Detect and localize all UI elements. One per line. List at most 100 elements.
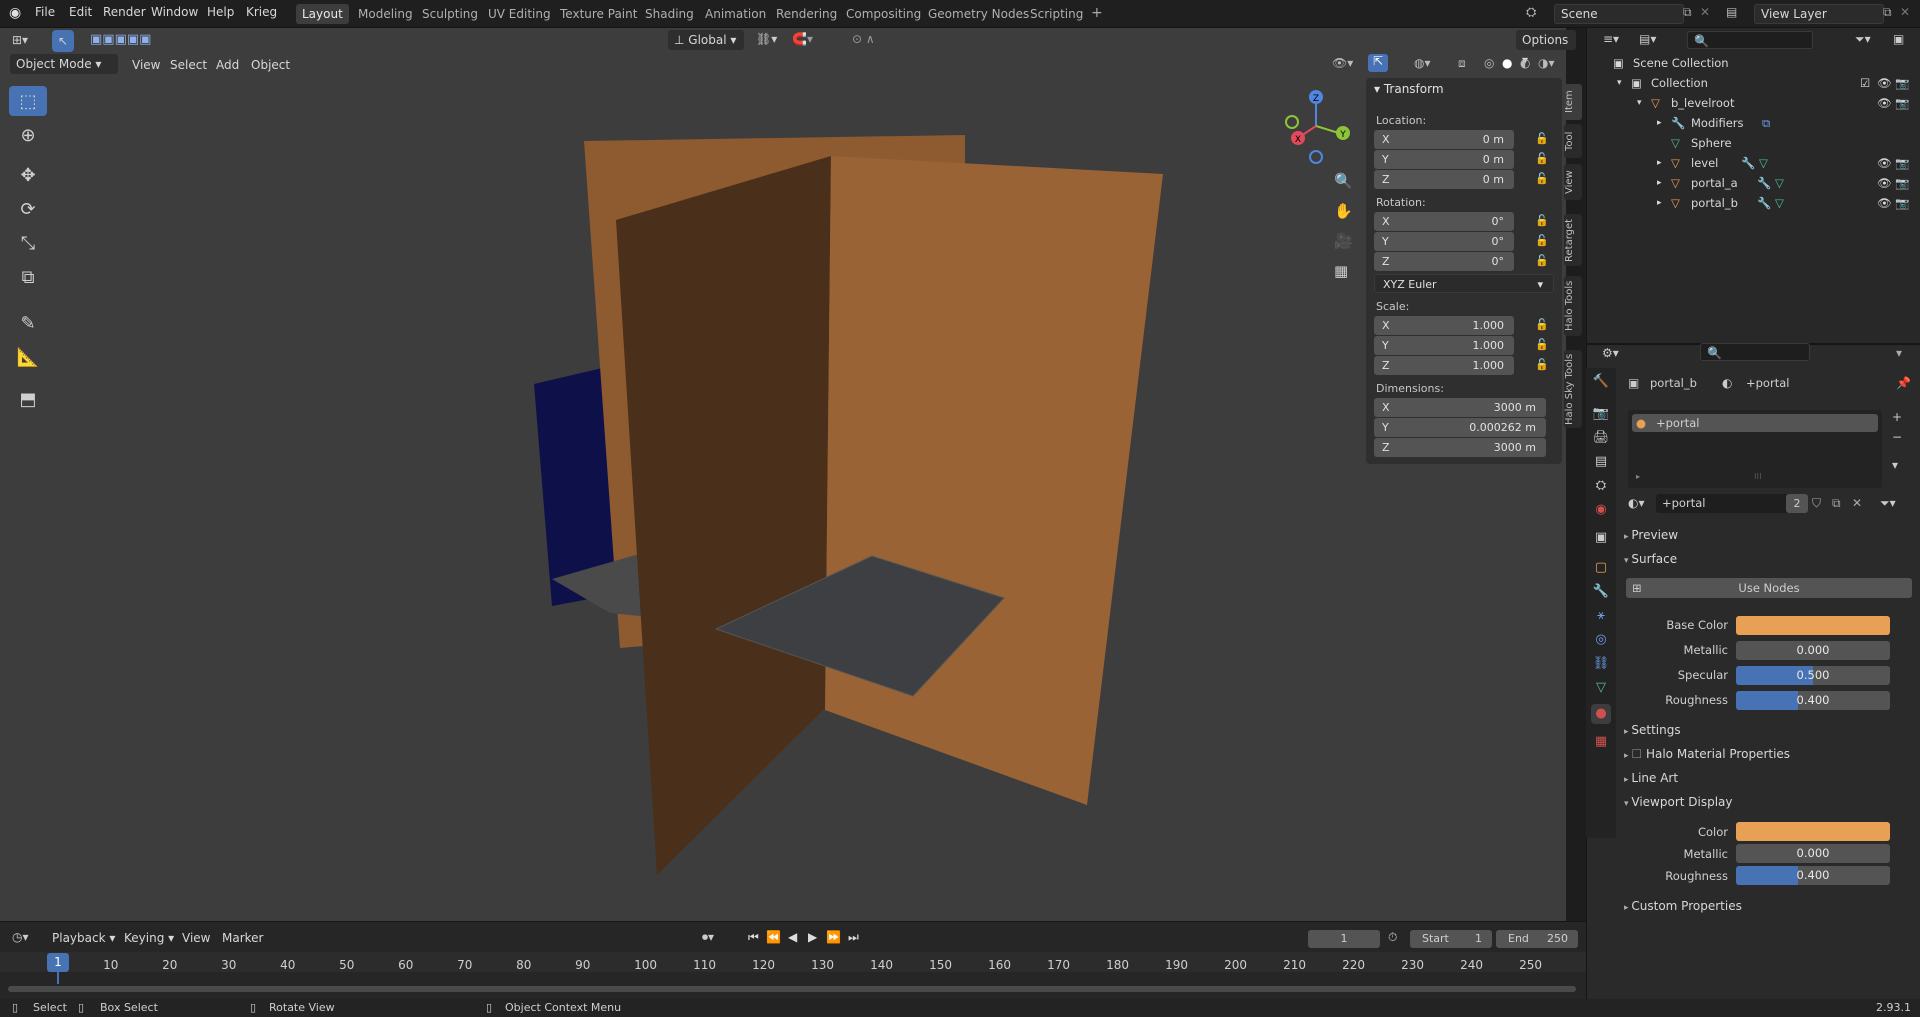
tab-halo-sky-tools[interactable]: Halo Sky Tools xyxy=(1564,350,1582,428)
material-name-field[interactable]: +portal xyxy=(1656,494,1796,513)
object-mode-dropdown[interactable]: Object Mode ▾ xyxy=(10,54,118,74)
section-surface[interactable]: ▾ Surface xyxy=(1624,552,1677,566)
checkbox-icon[interactable]: ☐ xyxy=(1631,747,1646,761)
tab-halo-tools[interactable]: Halo Tools xyxy=(1564,276,1582,336)
eye-icon[interactable]: 👁 xyxy=(1877,173,1892,193)
outliner-row-portal-a[interactable]: ▸ ▽ portal_a 🔧 ▽ 👁 📷 xyxy=(1587,173,1920,193)
marker-menu[interactable]: Marker xyxy=(222,931,263,945)
camera-render-icon[interactable]: 📷 xyxy=(1895,193,1909,213)
tab-sculpting[interactable]: Sculpting xyxy=(416,4,484,24)
tab-uv-editing[interactable]: UV Editing xyxy=(482,4,557,24)
move-icon[interactable]: ✥ xyxy=(9,160,47,190)
tab-animation[interactable]: Animation xyxy=(699,4,772,24)
select-menu[interactable]: Select xyxy=(170,58,207,72)
texture-icon[interactable]: ▦ xyxy=(1591,732,1611,752)
tab-layout[interactable]: Layout xyxy=(296,4,349,24)
base-color-swatch[interactable] xyxy=(1736,616,1890,635)
camera-render-icon[interactable]: 📷 xyxy=(1895,93,1909,113)
duplicate-material-icon[interactable]: ⧉ xyxy=(1832,496,1841,511)
tab-modeling[interactable]: Modeling xyxy=(352,4,419,24)
tab-shading[interactable]: Shading xyxy=(639,4,700,24)
outliner-scene-collection[interactable]: ▣ Scene Collection xyxy=(1587,53,1920,73)
timeline-view-menu[interactable]: View xyxy=(182,931,210,945)
eye-icon[interactable]: 👁 xyxy=(1877,93,1892,113)
scene-close-icon[interactable]: ✕ xyxy=(1700,5,1710,19)
playhead[interactable]: 1 xyxy=(47,953,69,972)
orientation-dropdown[interactable]: ⊥ Global ▾ xyxy=(668,30,744,50)
menu-file[interactable]: File xyxy=(35,5,55,19)
tab-rendering[interactable]: Rendering xyxy=(770,4,843,24)
outliner-editor-type-icon[interactable]: ≡▾ xyxy=(1603,32,1619,46)
outliner-row-b-levelroot[interactable]: ▾ ▽ b_levelroot 👁 📷 xyxy=(1587,93,1920,113)
jump-start-icon[interactable]: ⏮ xyxy=(748,930,759,945)
view-layer-field[interactable]: View Layer xyxy=(1754,4,1884,24)
browse-material-icon[interactable]: ◐▾ xyxy=(1628,496,1645,510)
rotation-mode-dropdown[interactable]: XYZ Euler ▾ xyxy=(1374,274,1554,293)
next-keyframe-icon[interactable]: ⏩ xyxy=(826,930,841,944)
playback-menu[interactable]: Playback ▾ xyxy=(52,931,115,945)
tab-geometry-nodes[interactable]: Geometry Nodes xyxy=(922,4,1035,24)
output-icon[interactable]: 🖨 xyxy=(1591,428,1611,448)
menu-help[interactable]: Help xyxy=(207,5,234,19)
section-halo-material[interactable]: ▸ ☐ Halo Material Properties xyxy=(1624,747,1790,761)
rotation-z-field[interactable]: Z 0° xyxy=(1374,252,1514,271)
transform-icon[interactable]: ⧉ xyxy=(9,262,47,292)
zoom-icon[interactable]: 🔍 xyxy=(1334,172,1353,190)
rotation-x-field[interactable]: X 0° xyxy=(1374,212,1514,231)
end-frame-field[interactable]: End 250 xyxy=(1496,930,1578,948)
proportional-edit-icon[interactable]: ⊙ ∧ xyxy=(852,32,875,46)
camera-render-icon[interactable]: 📷 xyxy=(1895,153,1909,173)
outliner-row-modifiers[interactable]: ▸ 🔧 Modifiers ⧉ xyxy=(1587,113,1920,133)
navigation-gizmo[interactable]: Z Y X xyxy=(1278,88,1358,168)
shading-material-icon[interactable]: ◐ xyxy=(1520,56,1530,70)
scene-icon[interactable]: ⛭ xyxy=(1526,5,1536,20)
outliner-row-level[interactable]: ▸ ▽ level 🔧 ▽ 👁 📷 xyxy=(1587,153,1920,173)
filter-icon[interactable]: ⏷▾ xyxy=(1855,32,1871,47)
node-tree-filter-icon[interactable]: ⏷▾ xyxy=(1880,496,1896,511)
lock-location-x-icon[interactable]: 🔓 xyxy=(1535,132,1549,145)
eye-icon[interactable]: 👁 xyxy=(1877,153,1892,173)
rotate-icon[interactable]: ⟳ xyxy=(9,194,47,224)
dimensions-z-field[interactable]: Z 3000 m xyxy=(1374,438,1546,457)
overlay-icon[interactable]: ◍▾ xyxy=(1414,56,1431,70)
remove-slot-icon[interactable]: − xyxy=(1892,430,1902,444)
eye-icon[interactable]: 👁 xyxy=(1877,193,1892,213)
tab-tool[interactable]: Tool xyxy=(1564,124,1582,158)
tool-settings-icon[interactable]: 🔨 xyxy=(1591,372,1611,392)
use-nodes-button[interactable]: ⊞ Use Nodes xyxy=(1626,578,1912,598)
tab-retarget[interactable]: Retarget xyxy=(1564,214,1582,266)
view-layer-props-icon[interactable]: ▤ xyxy=(1591,452,1611,472)
dimensions-y-field[interactable]: Y 0.000262 m xyxy=(1374,418,1546,437)
vd-metallic-slider[interactable]: 0.000 xyxy=(1736,844,1890,863)
scale-x-field[interactable]: X 1.000 xyxy=(1374,316,1514,335)
outliner-row-portal-b[interactable]: ▸ ▽ portal_b 🔧 ▽ 👁 📷 xyxy=(1587,193,1920,213)
editor-type-icon[interactable]: ⊞▾ xyxy=(12,33,28,47)
section-preview[interactable]: ▸ Preview xyxy=(1624,528,1678,542)
record-icon[interactable]: ⏺▾ xyxy=(702,930,714,945)
lock-scale-y-icon[interactable]: 🔓 xyxy=(1535,338,1549,351)
select-mode-icon[interactable]: ↖ xyxy=(52,30,74,52)
outliner-row-collection[interactable]: ▾ ▣ Collection ☑ 👁 📷 xyxy=(1587,73,1920,93)
add-workspace-icon[interactable]: + xyxy=(1091,5,1103,21)
display-mode-icon[interactable]: ▤▾ xyxy=(1639,32,1656,46)
menu-window[interactable]: Window xyxy=(151,5,198,19)
timeline-editor-type-icon[interactable]: ◷▾ xyxy=(12,930,29,944)
camera-render-icon[interactable]: 📷 xyxy=(1895,173,1909,193)
menu-edit[interactable]: Edit xyxy=(69,5,92,19)
scene-props-icon[interactable]: ⛭ xyxy=(1591,476,1611,496)
metallic-slider[interactable]: 0.000 xyxy=(1736,641,1890,660)
object-menu[interactable]: Object xyxy=(251,58,290,72)
render-icon[interactable]: 📷 xyxy=(1591,404,1611,424)
specular-slider[interactable]: 0.500 xyxy=(1736,666,1890,685)
outliner-row-sphere[interactable]: ▽ Sphere xyxy=(1587,133,1920,153)
scene-field[interactable]: Scene xyxy=(1554,4,1684,24)
pan-hand-icon[interactable]: ✋ xyxy=(1334,202,1353,220)
modifier-props-icon[interactable]: 🔧 xyxy=(1591,582,1611,602)
material-slot-row[interactable]: ● +portal xyxy=(1632,414,1878,432)
dimensions-x-field[interactable]: X 3000 m xyxy=(1374,398,1546,417)
properties-editor-type-icon[interactable]: ⚙▾ xyxy=(1602,346,1619,360)
pin-icon[interactable]: 📌 xyxy=(1896,376,1911,390)
xray-icon[interactable]: ⧈ xyxy=(1458,56,1466,71)
resize-handle-icon[interactable]: ⁝⁝⁝ xyxy=(1754,472,1762,481)
new-collection-icon[interactable]: ▣ xyxy=(1893,32,1904,46)
